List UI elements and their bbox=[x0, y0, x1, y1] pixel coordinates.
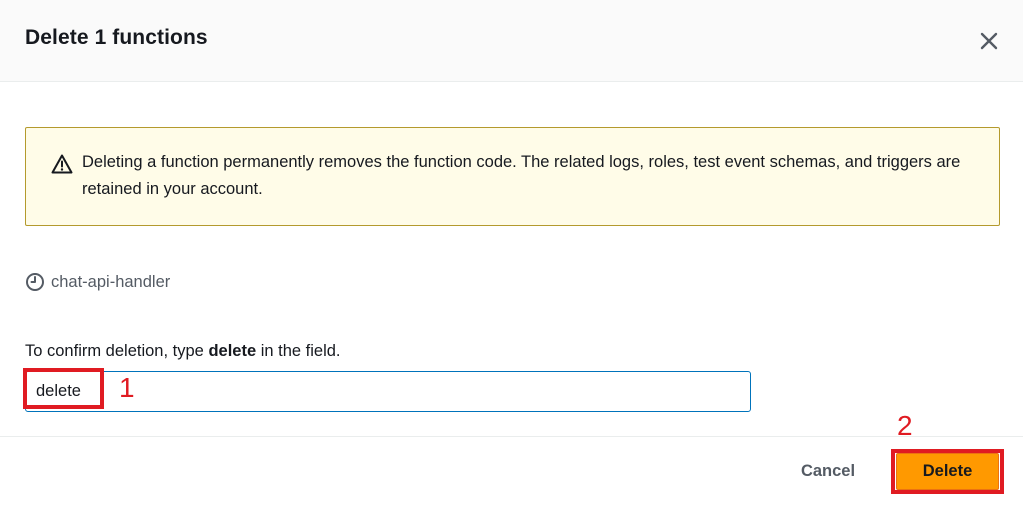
footer-divider bbox=[0, 436, 1023, 437]
modal-header: Delete 1 functions bbox=[0, 0, 1023, 82]
annotation-step-1: 1 bbox=[119, 372, 135, 403]
alert-message: Deleting a function permanently removes … bbox=[82, 153, 961, 198]
close-button[interactable] bbox=[975, 27, 1003, 55]
warning-alert: Deleting a function permanently removes … bbox=[25, 127, 1000, 226]
delete-button[interactable]: Delete bbox=[896, 453, 999, 490]
confirm-suffix: in the field. bbox=[256, 342, 341, 360]
close-icon bbox=[980, 32, 998, 50]
annotation-step-2: 2 bbox=[897, 410, 913, 441]
warning-icon bbox=[51, 154, 73, 174]
modal-title: Delete 1 functions bbox=[25, 26, 208, 49]
confirm-prefix: To confirm deletion, type bbox=[25, 342, 209, 360]
confirm-keyword: delete bbox=[208, 342, 257, 360]
cancel-button[interactable]: Cancel bbox=[790, 453, 866, 489]
clock-icon bbox=[26, 273, 44, 291]
function-item: chat-api-handler bbox=[25, 271, 170, 293]
function-name: chat-api-handler bbox=[51, 272, 171, 291]
confirm-label: To confirm deletion, type delete in the … bbox=[25, 342, 341, 361]
